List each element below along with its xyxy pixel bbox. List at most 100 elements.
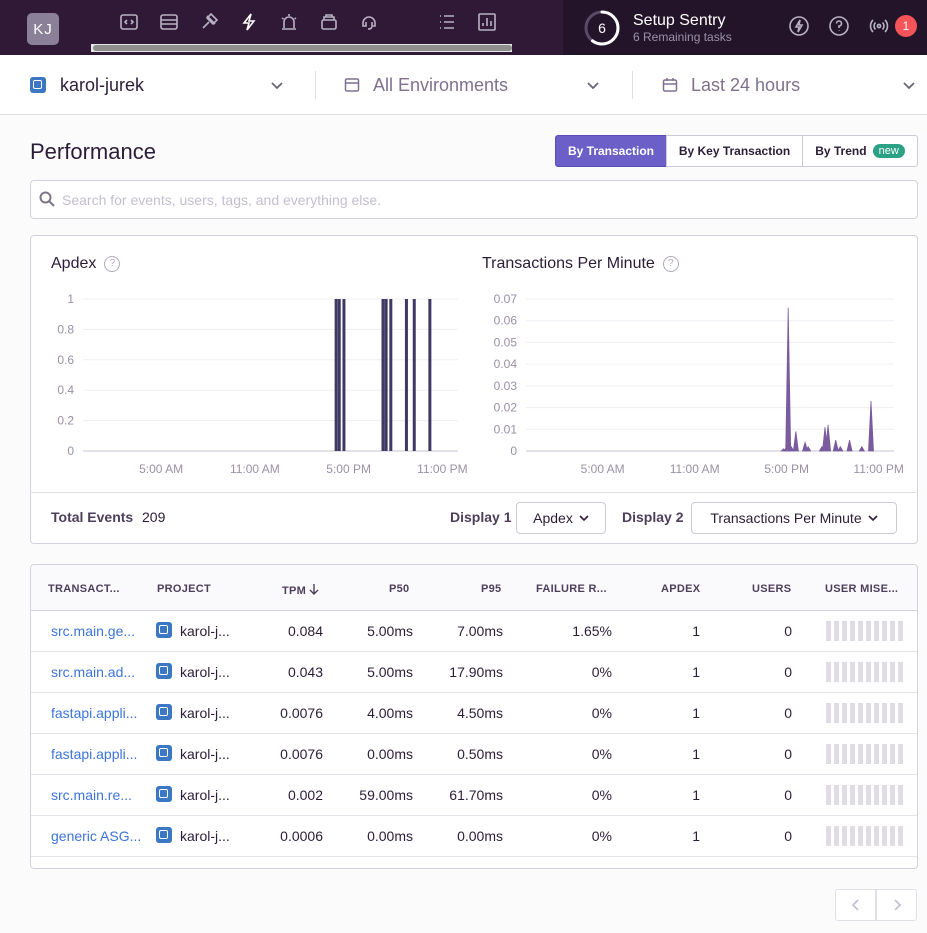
python-project-icon xyxy=(156,827,172,843)
cell-p50: 0.00ms xyxy=(367,746,413,762)
projects-icon[interactable] xyxy=(117,10,141,34)
cell-transaction[interactable]: fastapi.appli... xyxy=(51,746,137,762)
cell-transaction[interactable]: src.main.ad... xyxy=(51,664,135,680)
lightning-icon[interactable] xyxy=(788,15,810,37)
user-misery-segment xyxy=(834,621,839,641)
nav-scrollbar-thumb[interactable] xyxy=(93,45,512,51)
pagination-next-button[interactable] xyxy=(876,889,917,921)
alerts-icon[interactable] xyxy=(277,10,301,34)
user-misery-segment xyxy=(866,621,871,641)
total-events-label: Total Events xyxy=(51,509,134,525)
user-misery-segment xyxy=(842,703,847,723)
apdex-bar xyxy=(428,299,432,451)
cell-failure-rate: 0% xyxy=(591,828,612,844)
column-header-apdex[interactable]: APDEX xyxy=(661,583,700,595)
cell-transaction[interactable]: generic ASG... xyxy=(51,828,141,844)
tpm-spike xyxy=(832,440,839,452)
display1-dropdown[interactable]: Apdex xyxy=(516,502,606,534)
notification-badge[interactable]: 1 xyxy=(895,15,917,37)
column-header-p50[interactable]: P50 xyxy=(389,583,409,595)
user-misery-segment xyxy=(898,826,903,846)
apdex-chart: 1 0.8 0.6 0.4 0.2 0 5:00 AM 11:00 AM 5:00 PM 11:0… xyxy=(57,292,467,476)
cell-tpm: 0.0076 xyxy=(280,746,323,762)
x-tick-label: 5:00 AM xyxy=(139,462,183,476)
user-misery-segment xyxy=(826,744,831,764)
cell-apdex: 1 xyxy=(692,623,700,639)
y-tick-label: 1 xyxy=(67,292,74,306)
broadcast-icon[interactable] xyxy=(868,15,890,37)
cell-project: karol-j... xyxy=(180,664,230,680)
transactions-table: TRANSACT... PROJECT TPM P50 P95 FAILURE … xyxy=(30,564,918,869)
tab-by-transaction[interactable]: By Transaction xyxy=(555,135,667,167)
tpm-spike xyxy=(792,431,799,452)
y-tick-label: 0.8 xyxy=(57,322,74,336)
cell-users: 0 xyxy=(784,746,792,762)
chevron-down-icon[interactable] xyxy=(586,78,600,92)
user-misery-segment xyxy=(882,662,887,682)
cell-apdex: 1 xyxy=(692,787,700,803)
chevron-left-icon xyxy=(851,899,859,911)
column-header-user-misery[interactable]: USER MISE... xyxy=(825,583,898,595)
user-misery-segment xyxy=(842,662,847,682)
table-row: fastapi.appli... karol-j... 0.0076 4.00ms 4.… xyxy=(31,693,917,734)
help-icon[interactable] xyxy=(828,15,850,37)
cell-p50: 5.00ms xyxy=(367,623,413,639)
display2-label: Display 2 xyxy=(622,509,684,525)
project-selector[interactable]: karol-jurek xyxy=(30,55,144,115)
user-misery-segment xyxy=(874,785,879,805)
cell-transaction[interactable]: src.main.re... xyxy=(51,787,132,803)
column-header-p95[interactable]: P95 xyxy=(481,583,501,595)
time-range-selector[interactable]: Last 24 hours xyxy=(662,55,800,115)
new-badge: new xyxy=(872,144,905,158)
dashboards-icon[interactable] xyxy=(435,10,459,34)
cell-users: 0 xyxy=(784,664,792,680)
cell-tpm: 0.0006 xyxy=(280,828,323,844)
performance-icon[interactable] xyxy=(197,10,221,34)
charts-footer-divider xyxy=(30,492,918,493)
stats-icon[interactable] xyxy=(475,10,499,34)
cell-apdex: 1 xyxy=(692,828,700,844)
cell-transaction[interactable]: src.main.ge... xyxy=(51,623,135,639)
cell-transaction[interactable]: fastapi.appli... xyxy=(51,705,137,721)
user-misery-segment xyxy=(850,621,855,641)
tab-by-key-transaction[interactable]: By Key Transaction xyxy=(666,135,803,167)
column-header-transaction[interactable]: TRANSACT... xyxy=(48,583,120,595)
pagination-previous-button[interactable] xyxy=(835,889,876,921)
environment-selector[interactable]: All Environments xyxy=(344,55,508,115)
releases-icon[interactable] xyxy=(237,10,261,34)
user-misery-segment xyxy=(898,621,903,641)
discover-icon[interactable] xyxy=(317,10,341,34)
user-misery-segment xyxy=(842,785,847,805)
user-misery-segment xyxy=(826,662,831,682)
setup-title: Setup Sentry xyxy=(633,12,726,29)
display2-dropdown[interactable]: Transactions Per Minute xyxy=(691,502,897,534)
search-input[interactable] xyxy=(62,190,902,210)
apdex-bar xyxy=(342,299,346,451)
tab-by-trend[interactable]: By Trend new xyxy=(802,135,918,167)
chevron-down-icon[interactable] xyxy=(270,78,284,92)
setup-remaining-count: 6 xyxy=(598,20,606,36)
time-range-label: Last 24 hours xyxy=(691,74,801,95)
column-header-users[interactable]: USERS xyxy=(752,583,791,595)
y-tick-label: 0.2 xyxy=(57,414,74,428)
table-row: src.main.ad... karol-j... 0.043 5.00ms 17.90… xyxy=(31,652,917,693)
column-header-failure-rate[interactable]: FAILURE R... xyxy=(536,583,607,595)
apdex-bar xyxy=(412,299,416,451)
table-row: fastapi.appli... karol-j... 0.0076 0.00ms 0.… xyxy=(31,734,917,775)
question-icon[interactable]: ? xyxy=(662,256,679,272)
column-header-tpm[interactable]: TPM xyxy=(282,583,319,597)
user-misery-segment xyxy=(866,826,871,846)
issues-icon[interactable] xyxy=(157,10,181,34)
column-header-project[interactable]: PROJECT xyxy=(157,583,211,595)
user-misery-segment xyxy=(882,826,887,846)
user-misery-segment xyxy=(858,662,863,682)
chevron-right-icon xyxy=(893,899,901,911)
monitors-icon[interactable] xyxy=(357,10,381,34)
global-selection-header: karol-jurek All Environments Last 24 hou… xyxy=(0,55,927,115)
user-misery-bar xyxy=(826,744,904,764)
chevron-down-icon[interactable] xyxy=(902,78,916,92)
org-avatar[interactable]: KJ xyxy=(27,13,59,45)
chevron-down-icon xyxy=(579,515,589,522)
question-icon[interactable]: ? xyxy=(104,256,121,272)
user-misery-segment xyxy=(866,703,871,723)
